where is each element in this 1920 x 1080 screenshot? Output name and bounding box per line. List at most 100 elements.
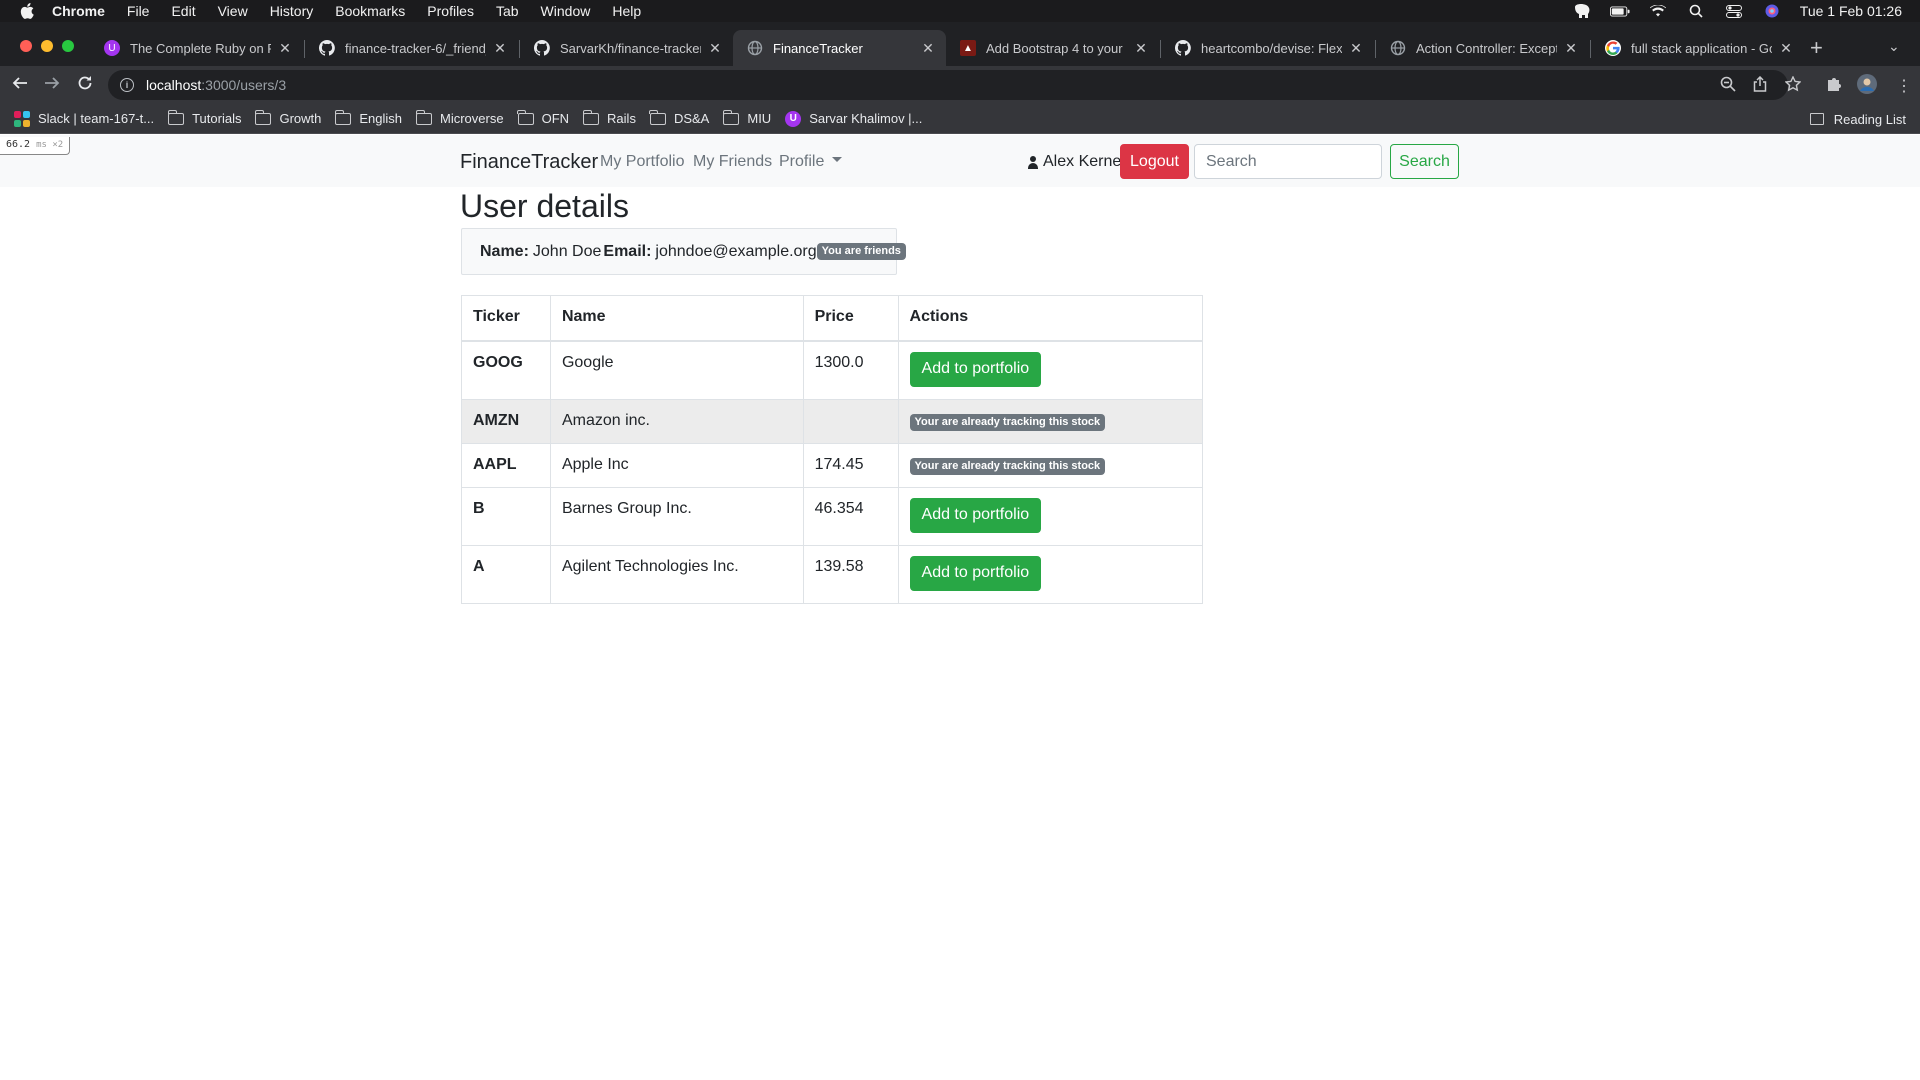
zoom-window-button[interactable] (62, 40, 74, 52)
reload-icon[interactable] (77, 75, 93, 94)
browser-tab-active[interactable]: FinanceTracker ✕ (733, 30, 946, 66)
tab-title: Action Controller: Exceptio (1416, 40, 1557, 56)
browser-tab[interactable]: U The Complete Ruby on Ra ✕ (90, 30, 303, 66)
menubar-clock[interactable]: Tue 1 Feb 01:26 (1800, 3, 1902, 19)
ticker-cell: AMZN (461, 398, 551, 444)
add-to-portfolio-button[interactable]: Add to portfolio (909, 497, 1042, 533)
bootstrap-icon: ▲ (960, 40, 976, 56)
close-tab-icon[interactable]: ✕ (1778, 40, 1794, 57)
new-tab-icon[interactable]: + (1810, 37, 1823, 59)
folder-icon (582, 109, 600, 125)
close-tab-icon[interactable]: ✕ (707, 40, 723, 57)
chrome-menu-icon[interactable]: ⋮ (1896, 76, 1912, 96)
udemy-icon: U (785, 110, 802, 127)
actions-cell: Add to portfolio (897, 486, 1204, 546)
column-header-name: Name (549, 295, 804, 342)
close-tab-icon[interactable]: ✕ (920, 40, 936, 57)
bookmark-star-icon[interactable] (1784, 75, 1802, 96)
google-icon (1605, 40, 1621, 56)
github-icon (319, 40, 335, 56)
reading-list-button[interactable]: Reading List (1809, 104, 1906, 134)
menu-profiles[interactable]: Profiles (427, 3, 474, 19)
browser-tab[interactable]: SarvarKh/finance-tracker ✕ (520, 30, 733, 66)
browser-tab[interactable]: heartcombo/devise: Flexib ✕ (1161, 30, 1374, 66)
close-window-button[interactable] (20, 40, 32, 52)
menu-file[interactable]: File (127, 3, 150, 19)
bookmark-folder-microverse[interactable]: Microverse (415, 109, 504, 126)
rack-mini-profiler-badge[interactable]: 66.2 ms ×2 (0, 137, 71, 155)
already-tracking-badge: Your are already tracking this stock (909, 413, 1106, 431)
tab-title: finance-tracker-6/_friend_ (345, 40, 486, 56)
nav-my-portfolio[interactable]: My Portfolio (600, 153, 684, 171)
spotlight-search-icon[interactable] (1686, 4, 1706, 18)
browser-tab[interactable]: full stack application - Go ✕ (1591, 30, 1804, 66)
navbar-brand[interactable]: FinanceTracker (460, 151, 598, 174)
folder-icon (415, 109, 433, 125)
name-cell: Google (549, 340, 804, 400)
tab-search-chevron-icon[interactable]: ⌄ (1888, 38, 1900, 55)
table-row: GOOG Google 1300.0 Add to portfolio (461, 340, 1204, 400)
email-value: johndoe@example.org (655, 242, 817, 260)
address-bar[interactable]: i localhost:3000/users/3 (108, 70, 1788, 100)
bookmark-folder-rails[interactable]: Rails (582, 109, 636, 126)
nav-my-friends[interactable]: My Friends (693, 153, 772, 171)
menu-app-name[interactable]: Chrome (52, 3, 105, 19)
zoom-icon[interactable] (1720, 76, 1736, 96)
menu-help[interactable]: Help (612, 3, 641, 19)
column-header-actions: Actions (897, 295, 1204, 342)
share-icon[interactable] (1753, 75, 1767, 96)
close-tab-icon[interactable]: ✕ (1563, 40, 1579, 57)
bookmark-slack[interactable]: Slack | team-167-t... (14, 110, 154, 127)
battery-icon[interactable] (1609, 4, 1630, 18)
folder-icon (517, 109, 534, 125)
bookmark-folder-growth[interactable]: Growth (254, 109, 321, 126)
ticker-cell: B (461, 486, 551, 546)
search-input[interactable] (1194, 144, 1382, 179)
browser-tab[interactable]: Action Controller: Exceptio ✕ (1376, 30, 1589, 66)
elephant-icon[interactable] (1572, 4, 1592, 18)
menu-tab[interactable]: Tab (496, 3, 519, 19)
close-tab-icon[interactable]: ✕ (1133, 40, 1149, 57)
extensions-puzzle-icon[interactable] (1826, 76, 1842, 96)
menu-history[interactable]: History (270, 3, 314, 19)
bookmark-folder-english[interactable]: English (334, 109, 402, 126)
site-info-icon[interactable]: i (120, 78, 134, 92)
browser-toolbar: i localhost:3000/users/3 ⋮ (0, 66, 1920, 104)
browser-tab[interactable]: finance-tracker-6/_friend_ ✕ (305, 30, 518, 66)
reading-list-icon (1809, 113, 1824, 125)
minimize-window-button[interactable] (41, 40, 53, 52)
close-tab-icon[interactable]: ✕ (492, 40, 508, 57)
browser-tab-strip: U The Complete Ruby on Ra ✕ finance-trac… (0, 22, 1920, 66)
apple-icon[interactable] (20, 3, 38, 19)
siri-icon[interactable] (1762, 4, 1782, 18)
already-tracking-badge: Your are already tracking this stock (909, 457, 1106, 475)
ticker-cell: AAPL (461, 442, 551, 488)
menu-bookmarks[interactable]: Bookmarks (335, 3, 405, 19)
menu-view[interactable]: View (218, 3, 248, 19)
forward-arrow-icon[interactable] (44, 75, 60, 94)
bookmark-folder-tutorials[interactable]: Tutorials (167, 109, 241, 126)
user-icon (1028, 155, 1038, 169)
bookmark-folder-ofn[interactable]: OFN (517, 109, 569, 126)
bookmark-folder-miu[interactable]: MIU (722, 109, 771, 126)
wifi-icon[interactable] (1648, 4, 1668, 18)
price-cell (802, 398, 899, 444)
ticker-cell: A (461, 544, 551, 604)
browser-tab[interactable]: ▲ Add Bootstrap 4 to your R ✕ (946, 30, 1159, 66)
bookmark-folder-dsa[interactable]: DS&A (649, 109, 709, 126)
udemy-icon: U (104, 40, 120, 56)
control-center-icon[interactable] (1724, 4, 1744, 18)
search-button[interactable]: Search (1390, 144, 1459, 179)
nav-profile-dropdown[interactable]: Profile (779, 153, 843, 171)
menu-edit[interactable]: Edit (171, 3, 195, 19)
bookmark-udemy-profile[interactable]: U Sarvar Khalimov |... (785, 110, 922, 127)
logout-button[interactable]: Logout (1120, 144, 1189, 179)
back-arrow-icon[interactable] (12, 75, 28, 94)
friends-badge: You are friends (816, 243, 906, 260)
profile-avatar[interactable] (1857, 74, 1877, 98)
add-to-portfolio-button[interactable]: Add to portfolio (909, 351, 1042, 387)
add-to-portfolio-button[interactable]: Add to portfolio (909, 555, 1042, 591)
menu-window[interactable]: Window (541, 3, 591, 19)
close-tab-icon[interactable]: ✕ (277, 40, 293, 57)
close-tab-icon[interactable]: ✕ (1348, 40, 1364, 57)
